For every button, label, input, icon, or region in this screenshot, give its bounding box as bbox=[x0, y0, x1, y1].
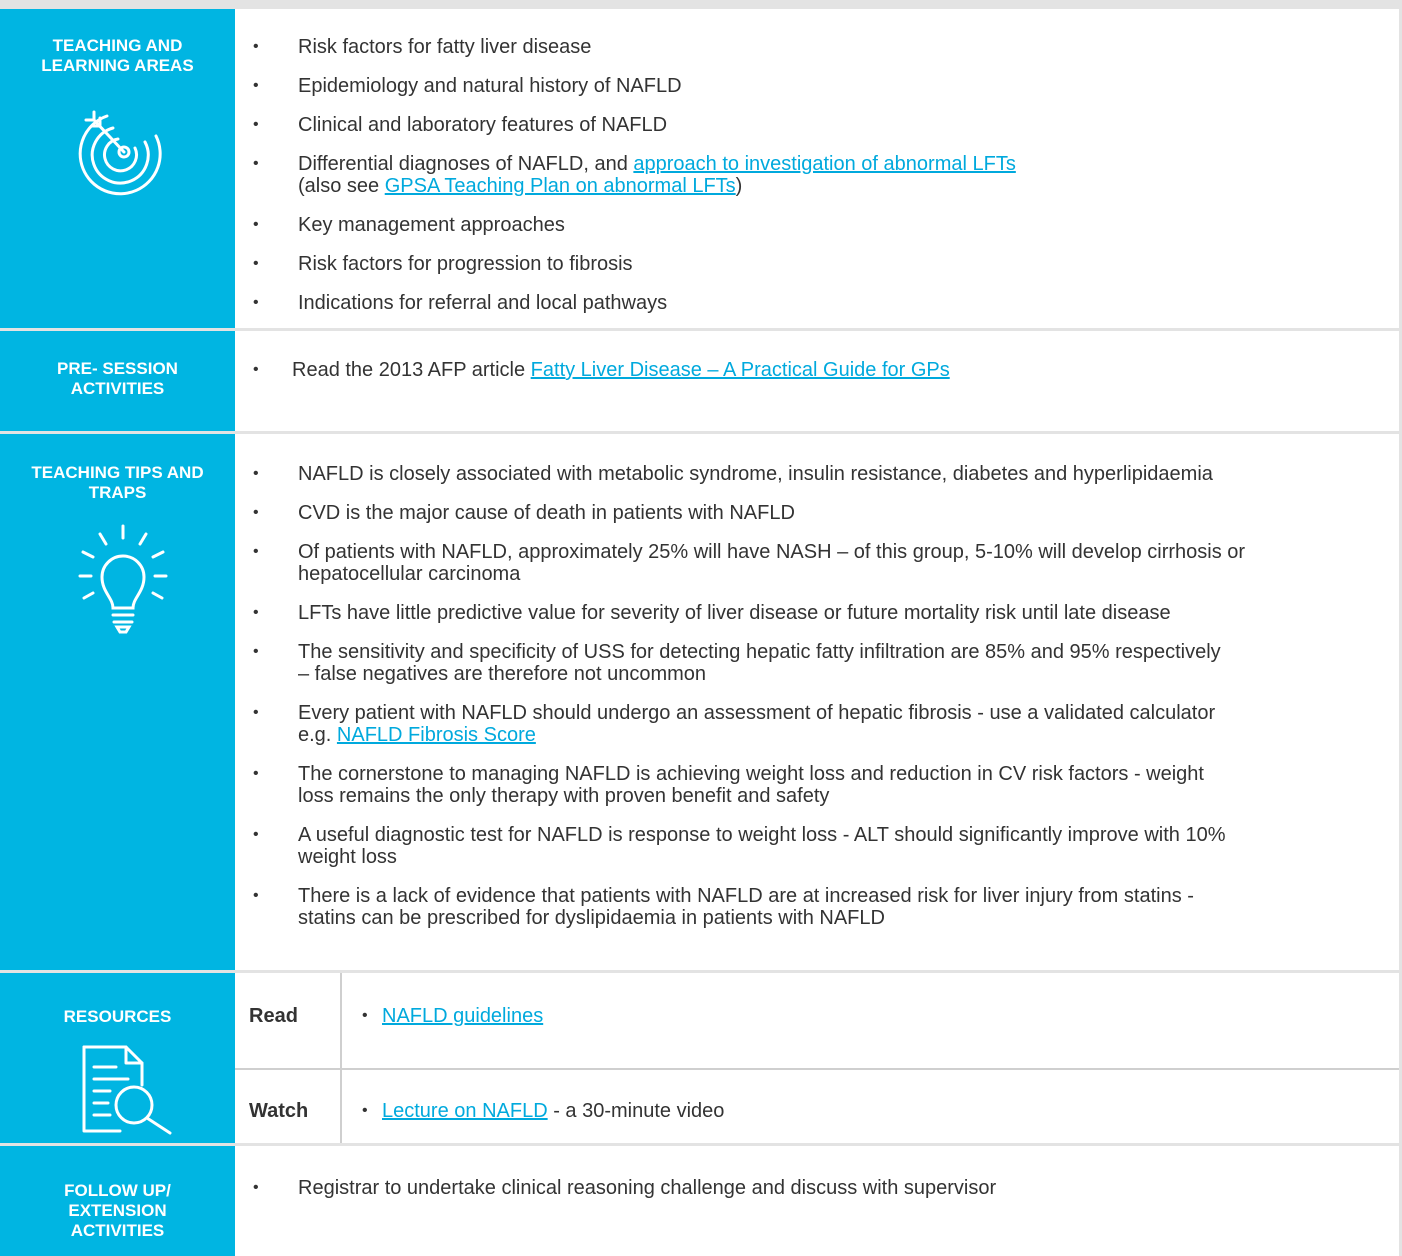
resource-read: Read • NAFLD guidelines bbox=[235, 973, 1399, 1068]
content-follow-up: Registrar to undertake clinical reasonin… bbox=[235, 1146, 1399, 1256]
link-nafld-fibrosis-score[interactable]: NAFLD Fibrosis Score bbox=[337, 724, 536, 746]
list-item: The cornerstone to managing NAFLD is ach… bbox=[235, 763, 1399, 807]
label-pre-session: PRE- SESSION ACTIVITIES bbox=[0, 331, 235, 431]
read-key: Read bbox=[249, 1005, 298, 1027]
list-item: Differential diagnoses of NAFLD, and app… bbox=[235, 153, 1399, 197]
row-tips-traps: TEACHING TIPS AND TRAPS • NAFLD is close… bbox=[0, 434, 1402, 970]
watch-key: Watch bbox=[249, 1100, 309, 1122]
label-tips-traps: TEACHING TIPS AND TRAPS bbox=[0, 434, 235, 970]
list-item: Of patients with NAFLD, approximately 25… bbox=[235, 541, 1399, 585]
list-item: Every patient with NAFLD should undergo … bbox=[235, 702, 1399, 746]
link-abnormal-lfts-approach[interactable]: approach to investigation of abnormal LF… bbox=[633, 153, 1015, 175]
list-item: Key management approaches bbox=[235, 214, 1399, 236]
lightbulb-icon bbox=[78, 524, 168, 636]
label-follow-up: FOLLOW UP/ EXTENSION ACTIVITIES bbox=[0, 1146, 235, 1256]
target-icon bbox=[72, 100, 172, 200]
row-pre-session: PRE- SESSION ACTIVITIES Read the 2013 AF… bbox=[0, 331, 1402, 431]
link-afp-article[interactable]: Fatty Liver Disease – A Practical Guide … bbox=[531, 359, 950, 381]
list-item: Epidemiology and natural history of NAFL… bbox=[235, 75, 1399, 97]
link-gpsa-teaching-plan[interactable]: GPSA Teaching Plan on abnormal LFTs bbox=[385, 175, 736, 197]
row-teaching-learning: TEACHING AND LEARNING AREAS Risk factors… bbox=[0, 9, 1402, 328]
teaching-plan-table: TEACHING AND LEARNING AREAS Risk factors… bbox=[0, 9, 1402, 1256]
list-item: The sensitivity and specificity of USS f… bbox=[235, 641, 1399, 685]
label-teaching-learning: TEACHING AND LEARNING AREAS bbox=[0, 9, 235, 328]
document-search-icon bbox=[80, 1045, 176, 1135]
content-pre-session: Read the 2013 AFP article Fatty Liver Di… bbox=[235, 331, 1399, 431]
list-item: NAFLD is closely associated with metabol… bbox=[235, 463, 1399, 485]
list-item: LFTs have little predictive value for se… bbox=[235, 602, 1399, 624]
label-resources: RESOURCES bbox=[0, 973, 235, 1143]
label-text: TEACHING AND LEARNING AREAS bbox=[41, 36, 194, 75]
list-item: A useful diagnostic test for NAFLD is re… bbox=[235, 824, 1399, 868]
list-item: Read the 2013 AFP article Fatty Liver Di… bbox=[235, 359, 1399, 381]
row-resources: RESOURCES Read • NAFLD guidelines Watch … bbox=[0, 973, 1402, 1143]
content-teaching-learning: Risk factors for fatty liver disease Epi… bbox=[235, 9, 1399, 328]
list-item: Risk factors for progression to fibrosis bbox=[235, 253, 1399, 275]
link-lecture-nafld[interactable]: Lecture on NAFLD bbox=[382, 1100, 548, 1122]
list-item: Clinical and laboratory features of NAFL… bbox=[235, 114, 1399, 136]
list-item: There is a lack of evidence that patient… bbox=[235, 885, 1399, 929]
list-item: Indications for referral and local pathw… bbox=[235, 292, 1399, 314]
content-tips-traps: NAFLD is closely associated with metabol… bbox=[235, 434, 1399, 970]
resource-watch: Watch • Lecture on NAFLD - a 30-minute v… bbox=[235, 1070, 1399, 1143]
list-item: Risk factors for fatty liver disease bbox=[235, 36, 1399, 58]
list-item: CVD is the major cause of death in patie… bbox=[235, 502, 1399, 524]
list-item: Registrar to undertake clinical reasonin… bbox=[235, 1177, 1399, 1199]
content-resources: Read • NAFLD guidelines Watch • Lecture … bbox=[235, 973, 1399, 1143]
link-nafld-guidelines[interactable]: NAFLD guidelines bbox=[382, 1005, 543, 1027]
row-follow-up: FOLLOW UP/ EXTENSION ACTIVITIES Registra… bbox=[0, 1146, 1402, 1256]
